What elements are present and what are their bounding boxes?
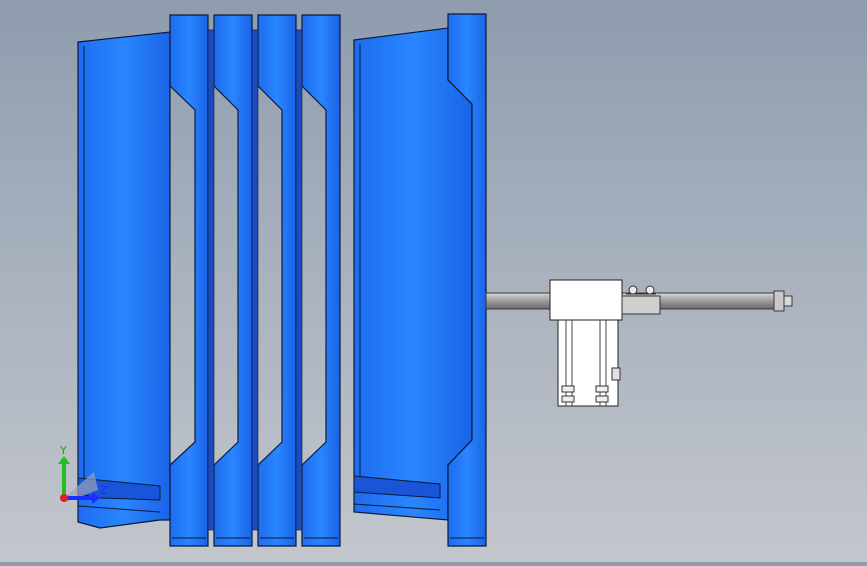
mold-right-housing[interactable] (353, 27, 473, 521)
cad-viewport[interactable]: Y Z (0, 0, 867, 562)
mold-plate-4[interactable] (301, 14, 341, 547)
mold-base-body[interactable] (77, 31, 171, 529)
mold-plate-3[interactable] (257, 14, 297, 547)
plate-stack[interactable] (169, 14, 341, 547)
y-axis-label: Y (59, 444, 67, 457)
y-axis-arrow (58, 456, 70, 464)
origin-dot (60, 494, 68, 502)
mold-plate-1[interactable] (169, 14, 209, 547)
motor-assembly[interactable] (549, 279, 661, 407)
z-axis-label: Z (100, 484, 108, 497)
mold-plate-2[interactable] (213, 14, 253, 547)
